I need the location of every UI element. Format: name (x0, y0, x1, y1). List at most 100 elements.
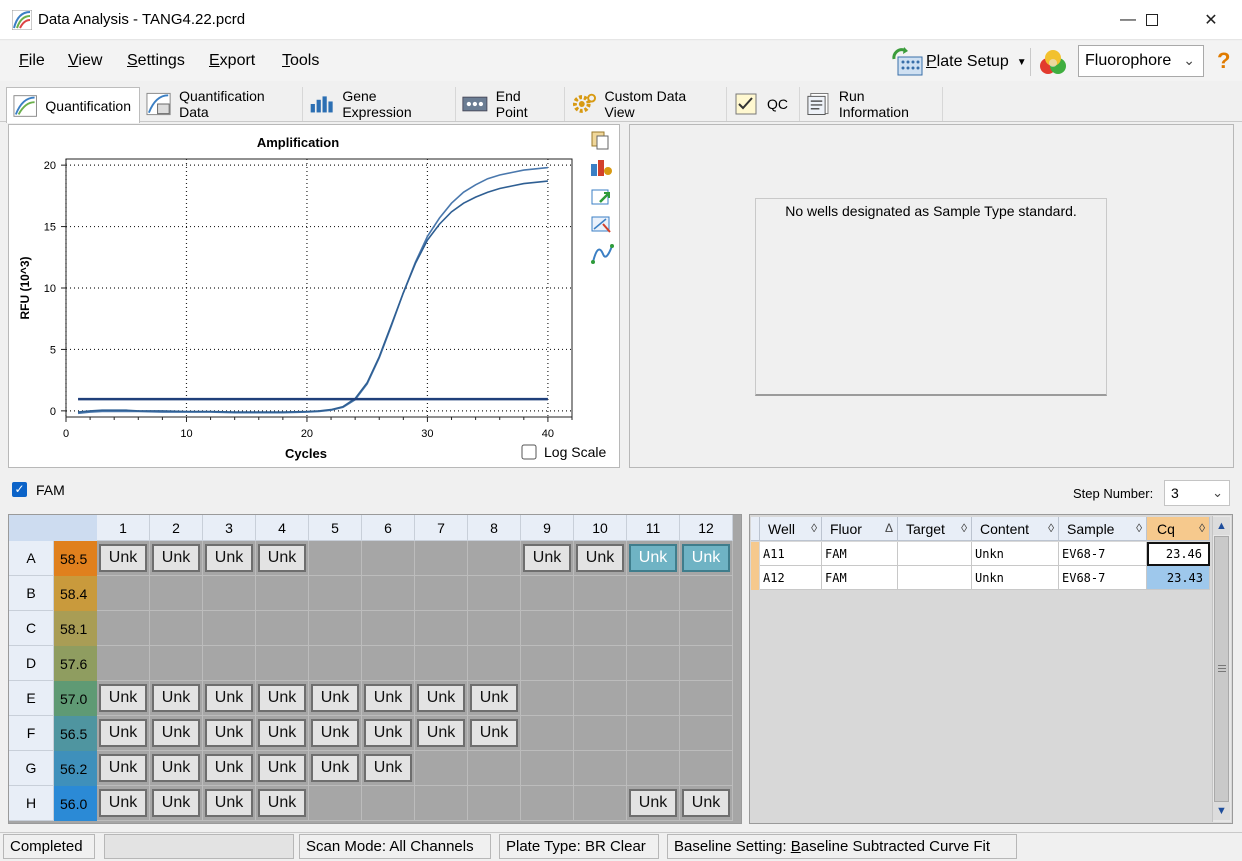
tab-quantification-data[interactable]: Quantification Data (140, 87, 303, 121)
table-header-content[interactable]: Content ◊ (972, 517, 1059, 541)
plate-well[interactable] (521, 716, 574, 751)
plate-well[interactable] (680, 751, 733, 786)
plate-well[interactable] (468, 576, 521, 611)
plate-well[interactable]: Unk (256, 681, 309, 716)
table-header-cq[interactable]: Cq ◊ (1147, 517, 1210, 541)
curve-fit-icon[interactable] (591, 244, 614, 264)
plate-well[interactable] (680, 716, 733, 751)
plate-well[interactable] (521, 611, 574, 646)
sort-icon[interactable]: ◊ (1199, 521, 1205, 535)
plate-well[interactable] (574, 751, 627, 786)
plate-well[interactable] (362, 646, 415, 681)
table-cell[interactable]: 23.43 (1147, 566, 1210, 590)
plate-well[interactable]: Unk (256, 716, 309, 751)
plate-well[interactable]: Unk (256, 751, 309, 786)
plate-well[interactable] (574, 576, 627, 611)
plate-row-header[interactable]: C (9, 611, 54, 646)
step-number-select[interactable]: 3 ⌄ (1164, 480, 1230, 506)
plate-well[interactable]: Unk (468, 681, 521, 716)
table-cell[interactable]: A12 (760, 566, 822, 590)
plate-row-header[interactable]: D (9, 646, 54, 681)
plate-well[interactable] (97, 646, 150, 681)
sort-icon[interactable]: ◊ (961, 521, 967, 535)
menu-export[interactable]: Export (209, 52, 255, 70)
plate-column-header[interactable]: 1 (97, 515, 150, 541)
plate-well[interactable] (521, 576, 574, 611)
plate-well[interactable]: Unk (97, 541, 150, 576)
plate-well[interactable]: Unk (150, 681, 203, 716)
table-cell[interactable] (898, 542, 972, 566)
plate-well[interactable] (415, 646, 468, 681)
plate-well[interactable] (680, 681, 733, 716)
tab-gene-expression[interactable]: Gene Expression (303, 87, 456, 121)
plate-column-header[interactable]: 9 (521, 515, 574, 541)
plate-well[interactable] (97, 611, 150, 646)
plate-well[interactable]: Unk (150, 716, 203, 751)
table-header-well[interactable]: Well ◊ (760, 517, 822, 541)
table-cell[interactable] (898, 566, 972, 590)
plate-well[interactable] (97, 576, 150, 611)
plate-row-header[interactable]: H (9, 786, 54, 821)
plate-well[interactable]: Unk (468, 716, 521, 751)
plate-well[interactable] (309, 541, 362, 576)
plate-well[interactable] (468, 611, 521, 646)
plate-well[interactable] (574, 786, 627, 821)
plate-well[interactable] (627, 576, 680, 611)
table-cell[interactable]: FAM (822, 542, 898, 566)
plate-well[interactable]: Unk (415, 716, 468, 751)
plate-well[interactable] (468, 541, 521, 576)
plate-well[interactable] (521, 751, 574, 786)
tab-quantification[interactable]: Quantification (6, 87, 140, 123)
plate-well[interactable]: Unk (203, 681, 256, 716)
plate-well[interactable] (627, 646, 680, 681)
scrollbar-thumb[interactable] (1214, 536, 1229, 802)
plate-well[interactable] (362, 541, 415, 576)
plate-well[interactable] (256, 611, 309, 646)
plate-well[interactable]: Unk (97, 751, 150, 786)
plate-well[interactable]: Unk (627, 541, 680, 576)
plate-well[interactable]: Unk (627, 786, 680, 821)
close-icon[interactable]: ✕ (1188, 0, 1234, 40)
plate-well[interactable] (362, 611, 415, 646)
plate-row-header[interactable]: E (9, 681, 54, 716)
plate-row-header[interactable]: G (9, 751, 54, 786)
row-selector[interactable] (751, 542, 759, 566)
plate-well[interactable] (415, 541, 468, 576)
sort-icon[interactable]: ◊ (1136, 521, 1142, 535)
copy-icon[interactable] (591, 131, 609, 150)
plate-well[interactable]: Unk (309, 681, 362, 716)
plate-well[interactable] (627, 681, 680, 716)
plate-well[interactable]: Unk (362, 716, 415, 751)
sort-icon[interactable]: ◊ (811, 521, 817, 535)
plate-well[interactable] (256, 646, 309, 681)
plate-well[interactable] (468, 751, 521, 786)
plate-column-header[interactable]: 6 (362, 515, 415, 541)
plate-well[interactable] (574, 611, 627, 646)
plate-well[interactable]: Unk (150, 786, 203, 821)
plate-column-header[interactable]: 3 (203, 515, 256, 541)
menu-file[interactable]: File (19, 52, 45, 70)
sort-icon[interactable]: Δ (885, 521, 893, 535)
plate-well[interactable] (574, 646, 627, 681)
plate-well[interactable]: Unk (97, 716, 150, 751)
plate-well[interactable]: Unk (97, 681, 150, 716)
plate-well[interactable] (680, 611, 733, 646)
plate-well[interactable] (256, 576, 309, 611)
plate-well[interactable]: Unk (150, 541, 203, 576)
plate-well[interactable] (415, 751, 468, 786)
plate-column-header[interactable]: 4 (256, 515, 309, 541)
menu-settings[interactable]: Settings (127, 52, 185, 70)
plate-well[interactable] (521, 681, 574, 716)
plate-well[interactable]: Unk (362, 681, 415, 716)
log-scale-checkbox[interactable] (521, 444, 537, 460)
plate-well[interactable]: Unk (680, 541, 733, 576)
plate-well[interactable] (309, 576, 362, 611)
table-header-fluor[interactable]: Fluor Δ (822, 517, 898, 541)
plate-well[interactable] (203, 611, 256, 646)
plate-well[interactable] (468, 786, 521, 821)
plate-well[interactable]: Unk (521, 541, 574, 576)
plate-setup-button[interactable]: Plate Setup ▼ (890, 46, 1027, 78)
plate-well[interactable]: Unk (203, 541, 256, 576)
plate-row-header[interactable]: F (9, 716, 54, 751)
plate-well[interactable] (521, 646, 574, 681)
